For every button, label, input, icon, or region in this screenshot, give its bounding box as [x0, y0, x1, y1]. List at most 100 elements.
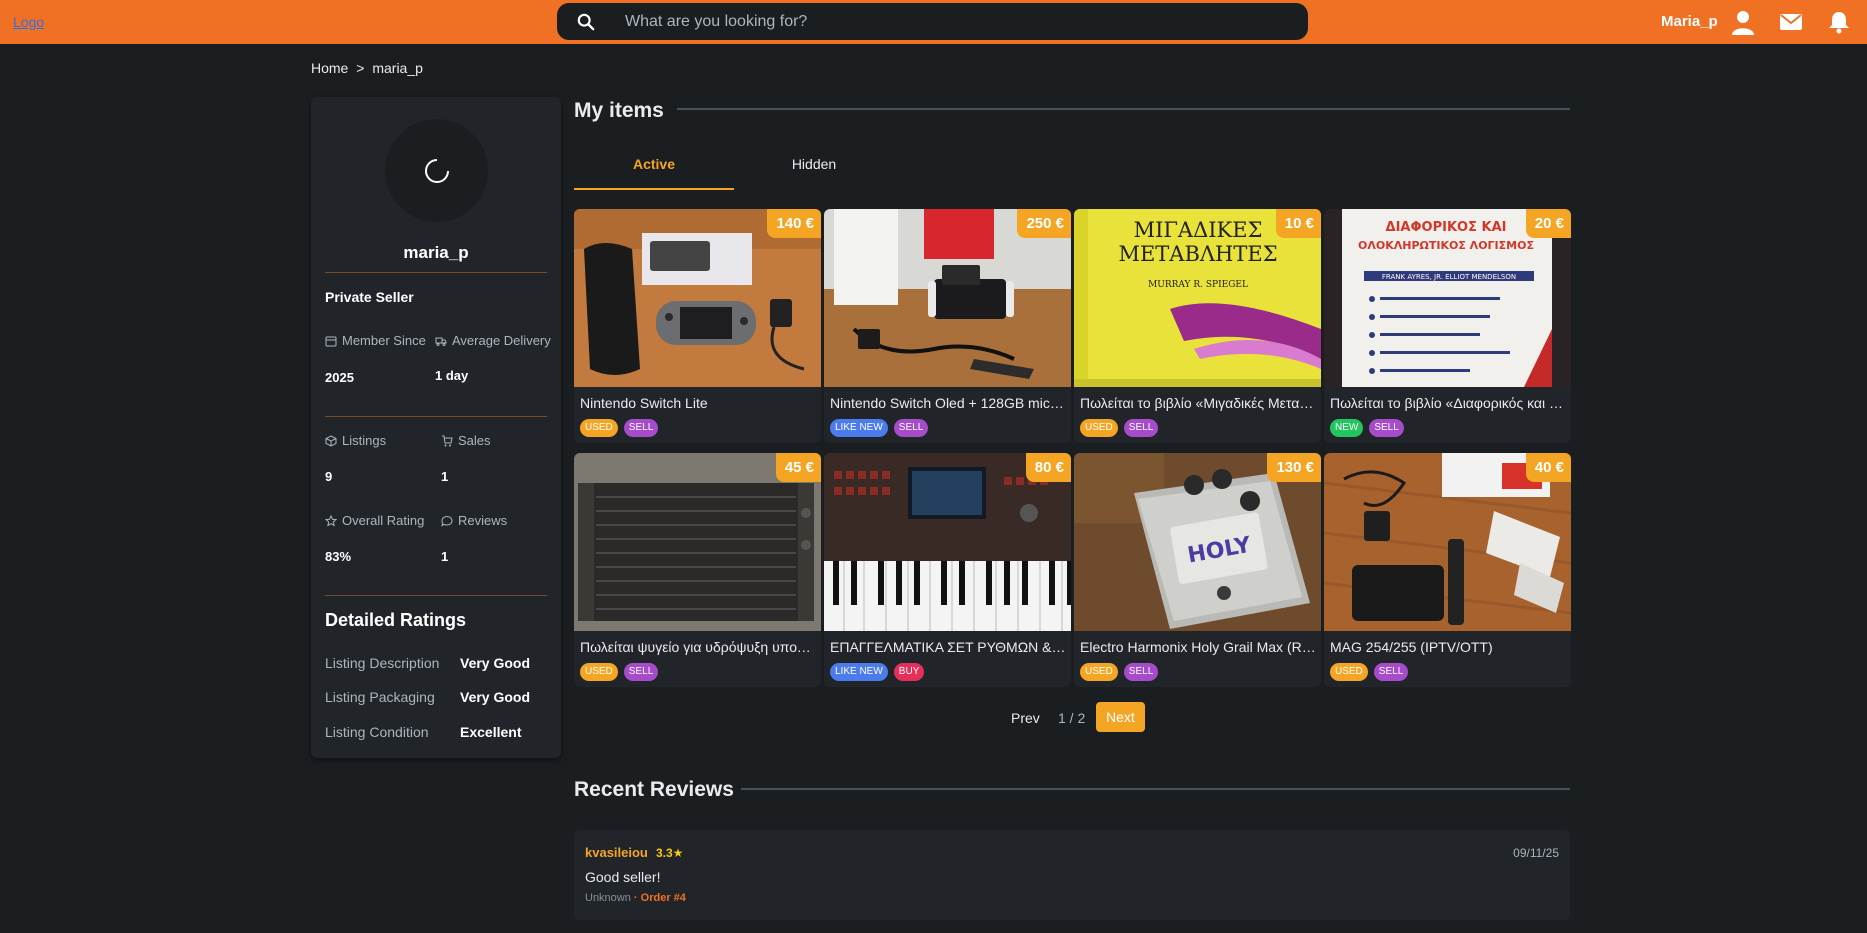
my-items-title: My items	[574, 99, 664, 122]
sales-value: 1	[441, 469, 449, 484]
listing-title[interactable]: Nintendo Switch Lite	[580, 395, 816, 411]
prev-button[interactable]: Prev	[1011, 710, 1040, 726]
top-bar: Logo Maria_p	[0, 0, 1867, 44]
user-icon[interactable]	[1730, 9, 1756, 35]
mail-icon[interactable]	[1778, 9, 1804, 35]
search-bar[interactable]	[557, 3, 1308, 40]
review-item: Unknown	[585, 892, 631, 904]
review-rating: 3.3★	[656, 846, 684, 860]
search-icon[interactable]	[577, 13, 595, 31]
listing-title[interactable]: Πωλείται το βιβλίο «Διαφορικός και Ολοκλ…	[1330, 395, 1566, 411]
profile-name: maria_p	[403, 243, 469, 262]
review-meta: Unknown · Order #4	[585, 892, 686, 904]
reviews-value: 1	[441, 549, 449, 564]
condition-badge: USED	[580, 663, 618, 681]
listing-title[interactable]: ΕΠΑΓΓΕΛΜΑΤΙΚΑ ΣΕΤ ΡΥΘΜΩΝ & ΗΧΩΝ	[830, 639, 1066, 655]
divider	[325, 595, 547, 596]
box-icon	[325, 434, 337, 447]
listing-title[interactable]: Πωλείται ψυγείο για υδρόψυξη υπολογιστή	[580, 639, 816, 655]
sales-label: Sales	[441, 433, 491, 448]
reviews-label: Reviews	[441, 513, 507, 528]
badge-group: LIKE NEW SELL	[830, 419, 929, 437]
tab-active[interactable]: Active	[574, 156, 734, 190]
profile-sidebar: maria_p Private Seller Member Since Aver…	[311, 97, 561, 758]
listing-card[interactable]: 80 € ΕΠΑΓΓΕΛΜΑΤΙΚΑ ΣΕΤ ΡΥΘΜΩΝ & ΗΧΩΝ LIK…	[824, 453, 1071, 687]
book-title-line: ΔΙΑΦΟΡΙΚΟΣ ΚΑΙ	[1386, 220, 1507, 235]
rating-label: Listing Packaging	[325, 689, 435, 705]
review-order-link[interactable]: · Order #4	[634, 892, 686, 904]
comment-icon	[441, 515, 453, 526]
breadcrumb-current: maria_p	[372, 60, 423, 76]
breadcrumb: Home > maria_p	[311, 60, 427, 76]
section-divider	[741, 788, 1570, 790]
listing-card[interactable]: 140 € Nintendo Switch Lite USED SELL	[574, 209, 821, 443]
member-since-value: 2025	[325, 370, 354, 385]
badge-group: NEW SELL	[1330, 419, 1404, 437]
type-badge: SELL	[623, 419, 659, 437]
avg-delivery-value: 1 day	[435, 368, 469, 383]
listings-label: Listings	[325, 433, 386, 448]
badge-group: USED SELL	[1330, 663, 1409, 681]
condition-badge: LIKE NEW	[830, 663, 888, 681]
condition-badge: NEW	[1330, 419, 1364, 437]
listing-card[interactable]: 45 € Πωλείται ψυγείο για υδρόψυξη υπολογ…	[574, 453, 821, 687]
recent-reviews-title: Recent Reviews	[574, 778, 734, 801]
seller-type: Private Seller	[325, 289, 414, 305]
divider	[325, 416, 547, 417]
loading-spinner-icon	[425, 159, 449, 183]
price-tag: 130 €	[1267, 453, 1321, 482]
next-button[interactable]: Next	[1096, 702, 1145, 732]
listing-title[interactable]: Nintendo Switch Oled + 128GB micro SD	[830, 395, 1066, 411]
listing-title[interactable]: Πωλείται το βιβλίο «Μιγαδικές Μεταβλητές…	[1080, 395, 1316, 411]
type-badge: SELL	[1369, 419, 1404, 437]
listings-value: 9	[325, 469, 333, 484]
page-indicator: 1 / 2	[1058, 710, 1086, 726]
condition-badge: LIKE NEW	[830, 419, 888, 437]
type-badge: SELL	[1373, 663, 1409, 681]
badge-group: LIKE NEW BUY	[830, 663, 925, 681]
avatar	[385, 119, 488, 222]
price-tag: 10 €	[1275, 209, 1321, 238]
rating-value: Very Good	[460, 655, 531, 671]
price-tag: 140 €	[767, 209, 821, 238]
listing-card[interactable]: ΔΙΑΦΟΡΙΚΟΣ ΚΑΙ ΟΛΟΚΛΗΡΩΤΙΚΟΣ ΛΟΓΙΣΜΟΣ FR…	[1324, 209, 1571, 443]
listing-title[interactable]: Electro Harmonix Holy Grail Max (Reverb)	[1080, 639, 1316, 655]
detailed-ratings-title: Detailed Ratings	[325, 610, 467, 630]
member-since-label: Member Since	[325, 333, 426, 348]
star-icon	[325, 514, 337, 527]
condition-badge: USED	[1330, 663, 1368, 681]
book-title-line: ΜΕΤΑΒΛΗΤΕΣ	[1118, 242, 1277, 266]
rating-label: Listing Description	[325, 655, 440, 671]
badge-group: USED SELL	[1080, 663, 1159, 681]
listing-card[interactable]: 250 € Nintendo Switch Oled + 128GB micro…	[824, 209, 1071, 443]
logo-link[interactable]: Logo	[13, 14, 44, 30]
section-divider	[677, 108, 1570, 110]
truck-icon	[435, 337, 447, 346]
price-tag: 20 €	[1525, 209, 1571, 238]
bell-icon[interactable]	[1826, 9, 1852, 35]
type-badge: BUY	[893, 663, 925, 681]
review-date: 09/11/25	[1513, 846, 1559, 860]
review-text: Good seller!	[585, 869, 661, 885]
price-tag: 250 €	[1017, 209, 1071, 238]
breadcrumb-home[interactable]: Home	[311, 60, 348, 76]
search-input[interactable]	[625, 3, 1285, 40]
tab-hidden[interactable]: Hidden	[734, 156, 894, 190]
book-author: MURRAY R. SPIEGEL	[1148, 280, 1248, 290]
listing-card[interactable]: HOLY 130 € Electro Harmonix Holy Grail M…	[1074, 453, 1321, 687]
type-badge: SELL	[1123, 419, 1159, 437]
review-user[interactable]: kvasileiou	[585, 845, 648, 860]
listing-card[interactable]: ΜΙΓΑΔΙΚΕΣ ΜΕΤΑΒΛΗΤΕΣ MURRAY R. SPIEGEL 1…	[1074, 209, 1321, 443]
header-username[interactable]: Maria_p	[1661, 13, 1718, 30]
overall-rating-label: Overall Rating	[325, 513, 424, 528]
type-badge: SELL	[893, 419, 929, 437]
avg-delivery-label: Average Delivery	[435, 333, 551, 348]
price-tag: 40 €	[1525, 453, 1571, 482]
condition-badge: USED	[1080, 419, 1118, 437]
listing-card[interactable]: 40 € MAG 254/255 (IPTV/OTT) USED SELL	[1324, 453, 1571, 687]
price-tag: 80 €	[1025, 453, 1071, 482]
listing-title[interactable]: MAG 254/255 (IPTV/OTT)	[1330, 639, 1566, 655]
rating-value: Excellent	[460, 724, 522, 740]
calendar-icon	[325, 336, 337, 346]
badge-group: USED SELL	[1080, 419, 1159, 437]
